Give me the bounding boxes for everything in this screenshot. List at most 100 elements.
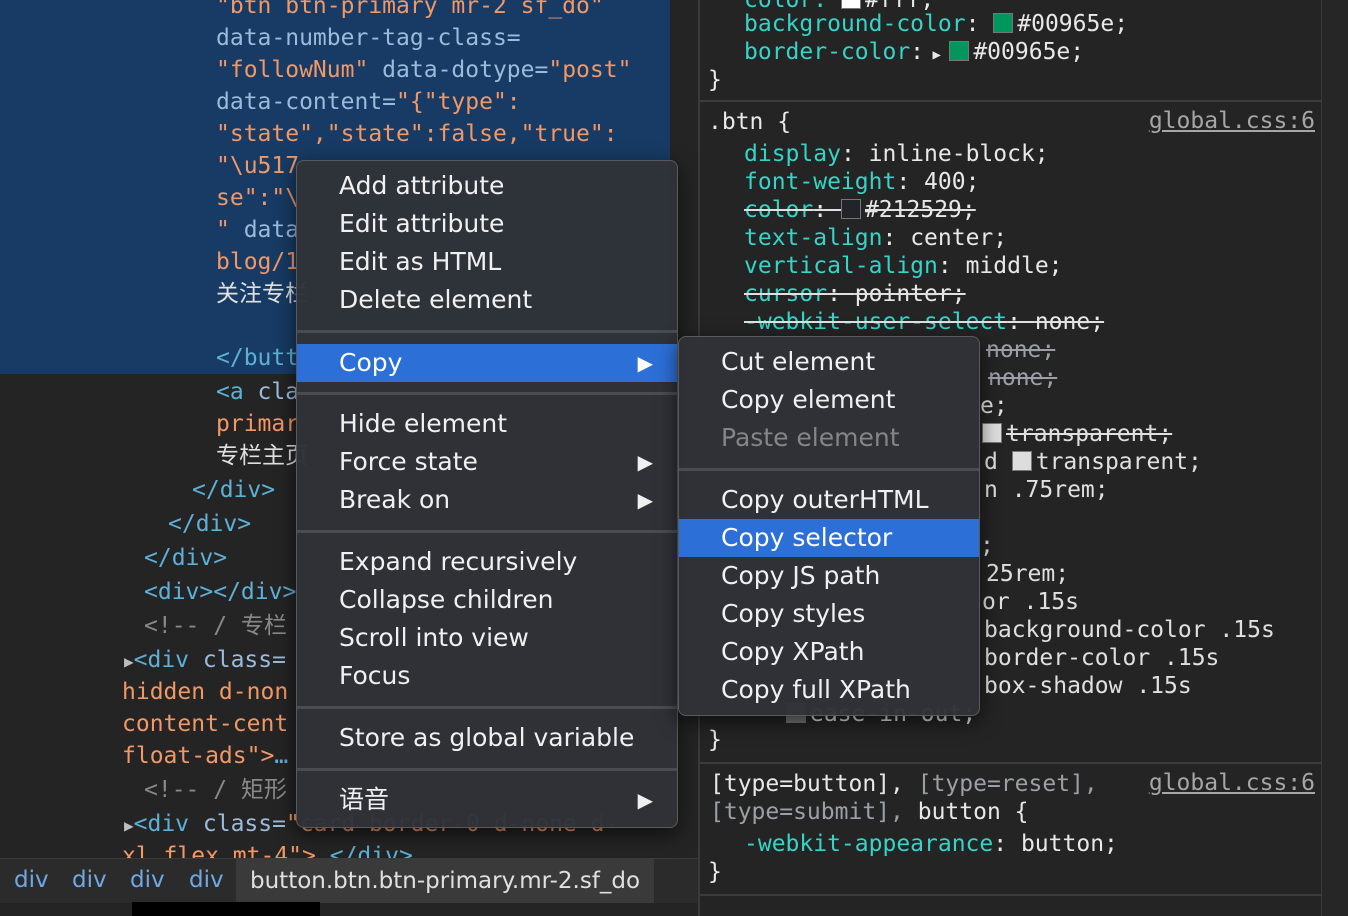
code-line[interactable]: "state","state":false,"true": bbox=[216, 118, 618, 150]
style-fragment: or .15s bbox=[982, 589, 1079, 615]
menu-item-copy-styles[interactable]: Copy styles bbox=[679, 595, 979, 633]
code-line[interactable]: </butt bbox=[216, 342, 299, 374]
source-link[interactable]: global.css:6 bbox=[1149, 770, 1315, 796]
menu-item-force-state[interactable]: Force state ▶ bbox=[297, 443, 677, 481]
style-property[interactable]: vertical-align: middle; bbox=[744, 252, 1063, 280]
menu-item-store-as-global-variable[interactable]: Store as global variable bbox=[297, 719, 677, 757]
attr-value: "followNum" bbox=[216, 57, 369, 83]
submenu-arrow-icon: ▶ bbox=[637, 351, 653, 375]
menu-item-label: Copy XPath bbox=[721, 637, 865, 666]
menu-item-break-on[interactable]: Break on ▶ bbox=[297, 481, 677, 519]
menu-item-label: Paste element bbox=[721, 423, 900, 452]
code-line[interactable]: <a cla bbox=[216, 376, 299, 408]
menu-item-copy-selector[interactable]: Copy selector bbox=[679, 519, 979, 557]
property-name: vertical-align bbox=[744, 253, 938, 279]
code-line[interactable]: <div></div> bbox=[144, 576, 296, 608]
rule-selector[interactable]: [type=button], [type=reset], bbox=[710, 770, 1098, 798]
style-property[interactable]: background-color: #00965e; bbox=[744, 10, 1128, 38]
selector-text: [type=button], bbox=[710, 771, 904, 797]
menu-item-label: Cut element bbox=[721, 347, 876, 376]
code-line[interactable]: " data bbox=[216, 214, 299, 246]
color-swatch-icon[interactable] bbox=[949, 41, 970, 61]
attr-value: "state","state":false,"true": bbox=[216, 121, 618, 147]
tag-name: <a bbox=[216, 379, 244, 405]
property-name: font-weight bbox=[744, 169, 897, 195]
breadcrumb-item[interactable]: div bbox=[189, 867, 224, 893]
code-line[interactable]: </div> bbox=[144, 542, 227, 574]
styles-scrollbar[interactable] bbox=[1321, 0, 1348, 916]
style-property-overridden[interactable]: cursor: pointer; bbox=[744, 280, 966, 308]
menu-item-copy-outerhtml[interactable]: Copy outerHTML bbox=[679, 481, 979, 519]
menu-item-speech[interactable]: 语音 ▶ bbox=[297, 781, 677, 819]
menu-item-edit-attribute[interactable]: Edit attribute bbox=[297, 205, 677, 243]
tag-name: <div bbox=[133, 647, 190, 673]
expand-triangle-icon[interactable]: ▶ bbox=[124, 652, 134, 671]
style-property[interactable]: display: inline-block; bbox=[744, 140, 1049, 168]
code-line[interactable]: 关注专栏 bbox=[216, 278, 308, 310]
code-line[interactable]: <!-- / 矩形 bbox=[144, 774, 287, 806]
expand-triangle-icon[interactable]: ▶ bbox=[124, 816, 134, 835]
color-swatch-icon[interactable] bbox=[982, 423, 1002, 443]
menu-item-copy-js-path[interactable]: Copy JS path bbox=[679, 557, 979, 595]
color-swatch-icon[interactable] bbox=[840, 199, 861, 219]
color-swatch-icon[interactable] bbox=[1011, 451, 1032, 471]
code-line[interactable]: primar bbox=[216, 408, 299, 440]
code-line[interactable]: data-content="{"type": bbox=[216, 86, 521, 118]
menu-item-scroll-into-view[interactable]: Scroll into view bbox=[297, 619, 677, 657]
style-property-overridden[interactable]: -webkit-user-select: none; bbox=[744, 308, 1104, 336]
code-line[interactable]: 专栏主页 bbox=[216, 440, 308, 472]
menu-item-focus[interactable]: Focus bbox=[297, 657, 677, 695]
tag-name: </div> bbox=[192, 477, 276, 503]
code-line[interactable]: "followNum" data-dotype="post" bbox=[216, 54, 631, 86]
code-line[interactable]: ▶<div class= bbox=[124, 644, 286, 676]
style-property[interactable]: text-align: center; bbox=[744, 224, 1007, 252]
breadcrumb-item-active[interactable]: button.btn.btn-primary.mr-2.sf_do bbox=[236, 859, 655, 903]
menu-item-copy-xpath[interactable]: Copy XPath bbox=[679, 633, 979, 671]
menu-item-hide-element[interactable]: Hide element bbox=[297, 405, 677, 443]
menu-item-edit-as-html[interactable]: Edit as HTML bbox=[297, 243, 677, 281]
breadcrumb-item[interactable]: div bbox=[130, 867, 165, 893]
attr-name: data-content= bbox=[216, 89, 397, 115]
code-line[interactable]: </div> bbox=[192, 474, 275, 506]
color-swatch-icon[interactable] bbox=[840, 0, 861, 9]
code-line[interactable]: hidden d-non bbox=[122, 676, 288, 708]
style-property-overridden[interactable]: color: #212529; bbox=[744, 196, 976, 224]
expand-triangle-icon[interactable]: ▶ bbox=[924, 47, 949, 63]
menu-item-copy[interactable]: Copy ▶ bbox=[297, 344, 677, 382]
menu-item-cut-element[interactable]: Cut element bbox=[679, 343, 979, 381]
code-line[interactable]: data-number-tag-class= bbox=[216, 22, 521, 54]
breadcrumb-item[interactable]: div bbox=[72, 867, 107, 893]
code-line[interactable]: content-cent bbox=[122, 708, 288, 740]
rule-selector[interactable]: [type=submit], button { bbox=[710, 798, 1029, 826]
menu-item-add-attribute[interactable]: Add attribute bbox=[297, 167, 677, 205]
color-swatch-icon[interactable] bbox=[993, 13, 1014, 33]
menu-item-collapse-children[interactable]: Collapse children bbox=[297, 581, 677, 619]
code-line[interactable]: float-ads">… bbox=[122, 740, 288, 772]
menu-separator bbox=[297, 330, 677, 333]
code-line[interactable]: xl flex mt-4">…</div> bbox=[122, 840, 413, 858]
source-link[interactable]: global.css:6 bbox=[1149, 108, 1315, 134]
menu-item-expand-recursively[interactable]: Expand recursively bbox=[297, 543, 677, 581]
style-property[interactable]: -webkit-appearance: button; bbox=[744, 830, 1118, 858]
code-line[interactable]: </div> bbox=[168, 508, 251, 540]
breadcrumb-item[interactable]: div bbox=[14, 867, 49, 893]
tag-name: …</div> bbox=[315, 843, 413, 858]
menu-item-delete-element[interactable]: Delete element bbox=[297, 281, 677, 319]
style-property[interactable]: font-weight: 400; bbox=[744, 168, 979, 196]
menu-item-copy-full-xpath[interactable]: Copy full XPath bbox=[679, 671, 979, 709]
submenu-arrow-icon: ▶ bbox=[637, 788, 653, 812]
code-line[interactable]: <!-- / 专栏 bbox=[144, 610, 287, 642]
rule-separator bbox=[700, 894, 1321, 896]
attr-value: "{"type": bbox=[396, 89, 521, 115]
style-property[interactable]: border-color: ▶ #00965e; bbox=[744, 38, 1084, 66]
comment-node: <!-- / 专栏 bbox=[144, 613, 287, 639]
selector-text: .btn { bbox=[708, 109, 792, 135]
rule-selector[interactable]: .btn { bbox=[708, 108, 791, 136]
code-line[interactable]: "btn btn-primary mr-2 sf_do" bbox=[216, 0, 604, 22]
menu-item-copy-element[interactable]: Copy element bbox=[679, 381, 979, 419]
ellipsis[interactable]: … bbox=[274, 743, 288, 769]
property-name: background-color bbox=[744, 11, 966, 37]
code-line[interactable]: se":"\ bbox=[216, 182, 299, 214]
code-line[interactable]: blog/1 bbox=[216, 246, 299, 278]
code-line[interactable]: "\u517 bbox=[216, 150, 299, 182]
